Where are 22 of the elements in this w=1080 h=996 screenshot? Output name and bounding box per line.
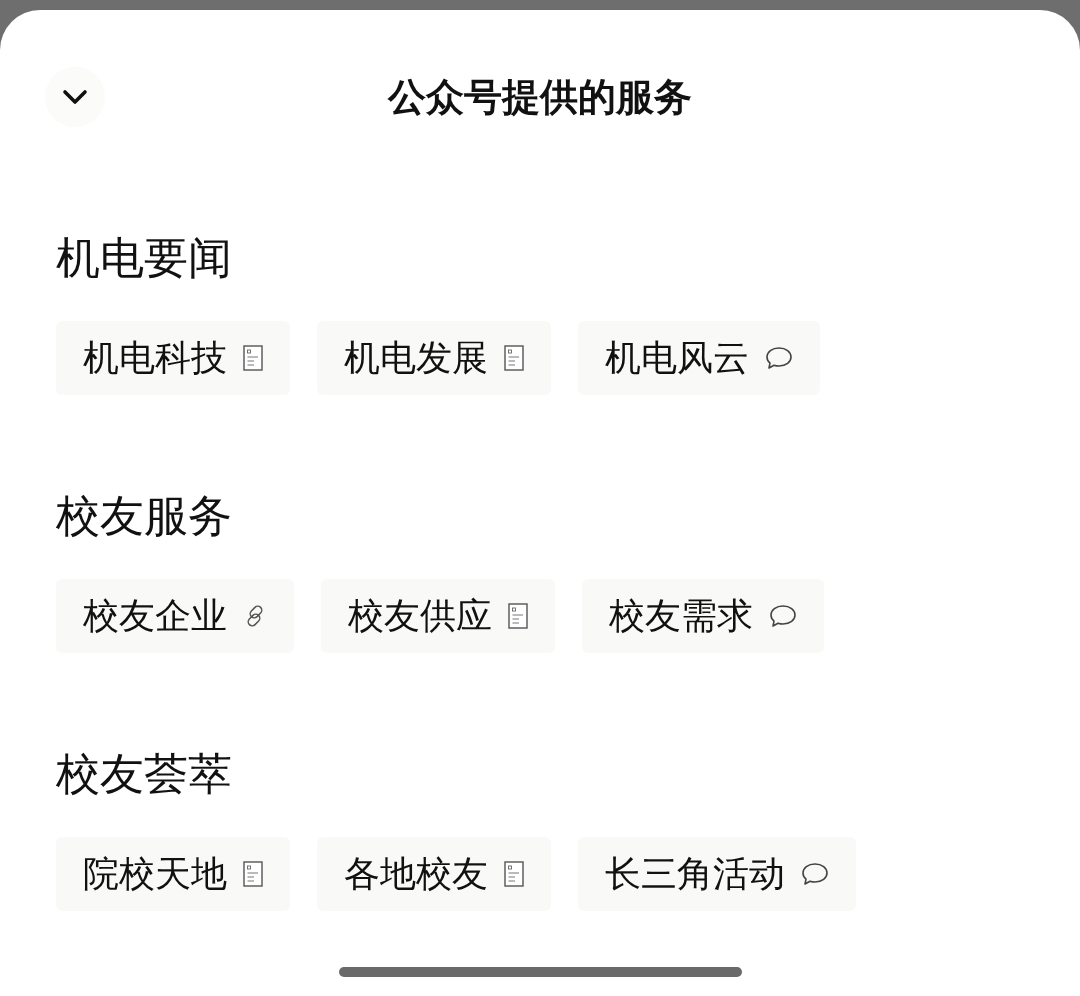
service-menu-button[interactable]: 校友供应 xyxy=(321,579,555,653)
document-icon xyxy=(504,861,524,887)
service-menu-button[interactable]: 机电发展 xyxy=(317,321,551,395)
service-menu-button[interactable]: 校友企业 xyxy=(56,579,294,653)
document-icon xyxy=(243,345,263,371)
section-title: 校友荟萃 xyxy=(56,747,232,801)
document-icon xyxy=(243,861,263,887)
section-title: 机电要闻 xyxy=(56,231,232,285)
sheet-title: 公众号提供的服务 xyxy=(388,74,692,121)
chat-bubble-icon xyxy=(765,346,793,370)
document-icon xyxy=(504,345,524,371)
service-menu-button[interactable]: 机电科技 xyxy=(56,321,290,395)
service-menu-button[interactable]: 院校天地 xyxy=(56,837,290,911)
service-menu-button[interactable]: 各地校友 xyxy=(317,837,551,911)
document-icon xyxy=(508,603,528,629)
chat-bubble-icon xyxy=(769,604,797,628)
service-menu-button[interactable]: 校友需求 xyxy=(582,579,824,653)
section-title: 校友服务 xyxy=(56,489,232,543)
service-menu-button[interactable]: 机电风云 xyxy=(578,321,820,395)
service-menu-button[interactable]: 长三角活动 xyxy=(578,837,856,911)
chat-bubble-icon xyxy=(801,862,829,886)
chevron-down-icon xyxy=(62,89,88,105)
